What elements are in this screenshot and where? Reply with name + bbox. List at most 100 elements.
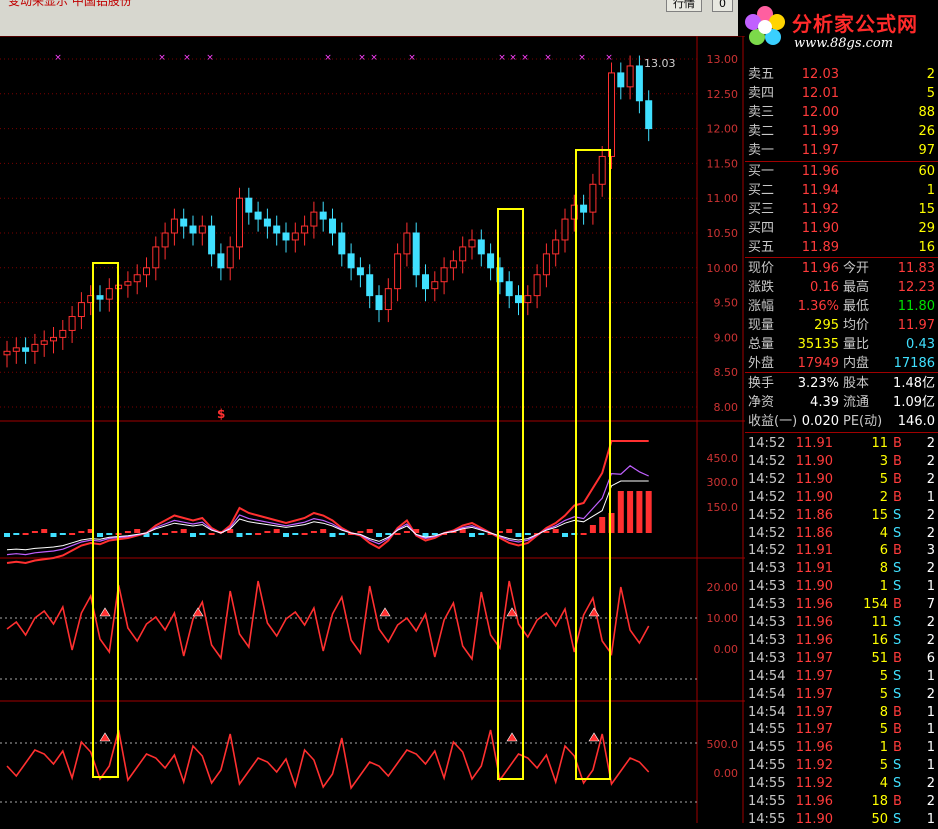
tick-row: 14:52 11.86 4 S 2 xyxy=(745,524,938,543)
tick-count: 6 xyxy=(926,650,935,666)
candle-body xyxy=(291,232,299,241)
candle-body xyxy=(635,65,643,102)
buy-order-row: 买五 11.89 16 xyxy=(745,238,938,257)
tick-row: 14:55 11.96 18 B 2 xyxy=(745,792,938,811)
tick-count: 2 xyxy=(926,561,935,577)
candle-body xyxy=(533,274,541,297)
tick-price: 11.90 xyxy=(795,811,833,827)
quote-row: 现价 11.96 今开 11.83 xyxy=(745,259,938,278)
tick-time: 14:55 xyxy=(748,722,786,738)
sell-order-row: 卖五 12.03 2 xyxy=(745,65,938,84)
candle-body xyxy=(50,336,57,342)
stat-value: 3.23% xyxy=(797,376,839,391)
brand-url: www.88gs.com xyxy=(794,36,894,51)
order-volume: 26 xyxy=(918,124,935,139)
tick-count: 1 xyxy=(926,704,935,720)
tick-count: 1 xyxy=(926,740,935,756)
quote-value: 35135 xyxy=(797,337,839,352)
price-axis-label: 12.50 xyxy=(707,88,739,101)
macd-dea-line xyxy=(6,465,649,556)
order-price: 11.97 xyxy=(801,143,839,158)
macd-bar xyxy=(180,529,187,533)
macd-bar xyxy=(552,529,559,533)
tick-volume: 11 xyxy=(871,436,888,451)
stock-chart[interactable]: 13.00 12.50 12.00 11.50 11.00 10.50 10.00 9.50 9… xyxy=(0,36,745,823)
macd-bar xyxy=(636,491,643,533)
macd-bar xyxy=(50,533,57,537)
tick-volume: 5 xyxy=(879,668,888,684)
up-arrow-icon xyxy=(588,607,600,617)
tick-direction: S xyxy=(893,758,902,774)
price-axis-label: 10.00 xyxy=(707,262,739,275)
tick-time: 14:52 xyxy=(748,436,786,451)
tick-volume: 154 xyxy=(863,597,888,613)
macd-bar xyxy=(283,533,289,537)
tick-volume: 8 xyxy=(879,561,888,577)
order-label: 卖三 xyxy=(748,105,775,120)
menu-button[interactable]: 0 xyxy=(712,0,733,12)
candle-body xyxy=(515,295,522,304)
sell-order-row: 卖二 11.99 26 xyxy=(745,122,938,141)
candle-body xyxy=(170,218,178,234)
candle-body xyxy=(524,295,532,304)
candle-body xyxy=(208,225,216,255)
tick-price: 11.90 xyxy=(795,579,833,595)
buy-order-row: 买一 11.96 60 xyxy=(745,162,938,181)
order-price: 11.99 xyxy=(801,124,839,139)
macd-bar xyxy=(385,533,392,535)
quote-label: 现量 xyxy=(748,318,775,333)
x-marker: × xyxy=(544,53,552,63)
macd-bar xyxy=(403,531,410,533)
tick-count: 1 xyxy=(926,579,935,595)
tick-row: 14:54 11.97 5 S 1 xyxy=(745,667,938,686)
candle-body xyxy=(77,302,85,318)
candle-body xyxy=(403,232,411,255)
quote-label: 总量 xyxy=(748,337,775,352)
tick-row: 14:52 11.86 15 S 2 xyxy=(745,506,938,525)
quote-label: 现价 xyxy=(748,261,775,276)
macd-ma-line xyxy=(6,480,649,551)
macd-bar xyxy=(301,533,308,535)
quote-row: 总量 35135 量比 0.43 xyxy=(745,335,938,354)
tick-price: 11.91 xyxy=(795,436,833,451)
tick-direction: B xyxy=(893,597,902,613)
macd-bar xyxy=(394,533,401,535)
candle-body xyxy=(449,260,457,269)
tick-price: 11.97 xyxy=(795,722,833,738)
candle-body xyxy=(329,218,336,234)
macd-bar xyxy=(329,533,336,537)
order-price: 11.89 xyxy=(801,240,839,255)
order-label: 买三 xyxy=(748,202,775,217)
candle-body xyxy=(143,267,150,276)
macd-bar xyxy=(4,533,10,537)
tick-price: 11.96 xyxy=(795,615,833,630)
price-axis-label: 11.00 xyxy=(707,192,739,205)
sell-order-row: 卖四 12.01 5 xyxy=(745,84,938,103)
indicator-axis-label: 0.00 xyxy=(714,643,739,656)
x-marker: × xyxy=(605,53,613,63)
tick-count: 2 xyxy=(926,507,935,523)
tick-time: 14:53 xyxy=(748,632,786,648)
stat-label: 净资 xyxy=(748,395,775,410)
tick-row: 14:53 11.91 8 S 2 xyxy=(745,559,938,578)
indicator2-panel xyxy=(6,729,650,790)
tick-row: 14:55 11.92 4 S 2 xyxy=(745,774,938,793)
macd-bar xyxy=(69,533,76,535)
quote-row: 涨幅 1.36% 最低 11.80 xyxy=(745,297,938,316)
tick-time: 14:54 xyxy=(748,686,786,702)
x-marker: × xyxy=(358,53,366,63)
candle-body xyxy=(319,211,327,220)
tick-price: 11.86 xyxy=(795,525,833,541)
quote-value: 12.23 xyxy=(897,280,935,295)
price-axis-label: 13.00 xyxy=(707,53,739,66)
order-price: 11.96 xyxy=(801,164,839,179)
quote-button[interactable]: 行情 xyxy=(666,0,702,12)
stat-row: 收益(一) 0.020 PE(动) 146.0 xyxy=(745,412,938,431)
quote-value: 11.80 xyxy=(897,299,935,314)
macd-bar xyxy=(31,531,38,533)
candle-body xyxy=(384,288,392,311)
macd-bar xyxy=(617,491,624,533)
candle-body xyxy=(366,274,374,297)
tick-row: 14:53 11.96 11 S 2 xyxy=(745,613,938,632)
quote-row: 涨跌 0.16 最高 12.23 xyxy=(745,278,938,297)
